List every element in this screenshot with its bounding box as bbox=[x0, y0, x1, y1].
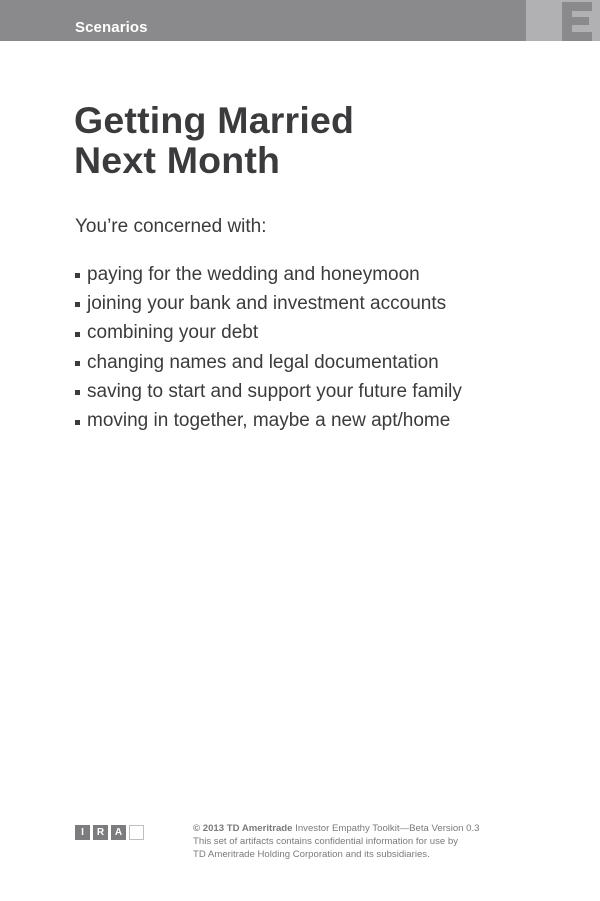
list-item: saving to start and support your future … bbox=[75, 377, 462, 406]
bullet-icon bbox=[75, 273, 80, 279]
product-version-text: Investor Empathy Toolkit—Beta Version 0.… bbox=[292, 823, 480, 834]
tag-i: I bbox=[75, 825, 90, 840]
copyright-text: © 2013 TD Ameritrade bbox=[193, 823, 293, 834]
legal-line-3: TD Ameritrade Holding Corporation and it… bbox=[193, 849, 430, 860]
tag-a: A bbox=[111, 825, 126, 840]
bullet-icon bbox=[75, 390, 80, 396]
bullet-icon bbox=[75, 302, 80, 308]
list-item: moving in together, maybe a new apt/home bbox=[75, 406, 462, 435]
legal-notice: © 2013 TD Ameritrade Investor Empathy To… bbox=[193, 822, 513, 861]
tag-empty bbox=[129, 825, 144, 840]
title-line-2: Next Month bbox=[74, 139, 281, 181]
section-letter-e-icon bbox=[562, 2, 592, 41]
list-item-text: joining your bank and investment account… bbox=[87, 292, 447, 314]
header-bar: Scenarios bbox=[0, 0, 600, 41]
concerns-list: paying for the wedding and honeymoon joi… bbox=[75, 260, 462, 436]
list-item-text: moving in together, maybe a new apt/home bbox=[87, 410, 451, 432]
section-label: Scenarios bbox=[75, 19, 148, 36]
bullet-icon bbox=[75, 419, 80, 425]
bullet-icon bbox=[75, 331, 80, 337]
list-item-text: paying for the wedding and honeymoon bbox=[87, 263, 420, 285]
section-tab bbox=[526, 0, 600, 41]
tag-r: R bbox=[93, 825, 108, 840]
page-title: Getting Married Next Month bbox=[74, 100, 354, 180]
list-item-text: changing names and legal documentation bbox=[87, 351, 439, 373]
list-item: changing names and legal documentation bbox=[75, 348, 462, 377]
legal-line-2: This set of artifacts contains confident… bbox=[193, 836, 459, 847]
list-item: combining your debt bbox=[75, 319, 462, 348]
list-item: paying for the wedding and honeymoon bbox=[75, 260, 462, 289]
list-item: joining your bank and investment account… bbox=[75, 289, 462, 318]
bullet-icon bbox=[75, 361, 80, 367]
list-item-text: saving to start and support your future … bbox=[87, 380, 462, 402]
intro-text: You’re concerned with: bbox=[75, 216, 267, 237]
title-line-1: Getting Married bbox=[74, 99, 355, 141]
list-item-text: combining your debt bbox=[87, 322, 259, 344]
ira-tags: I R A bbox=[75, 825, 144, 840]
